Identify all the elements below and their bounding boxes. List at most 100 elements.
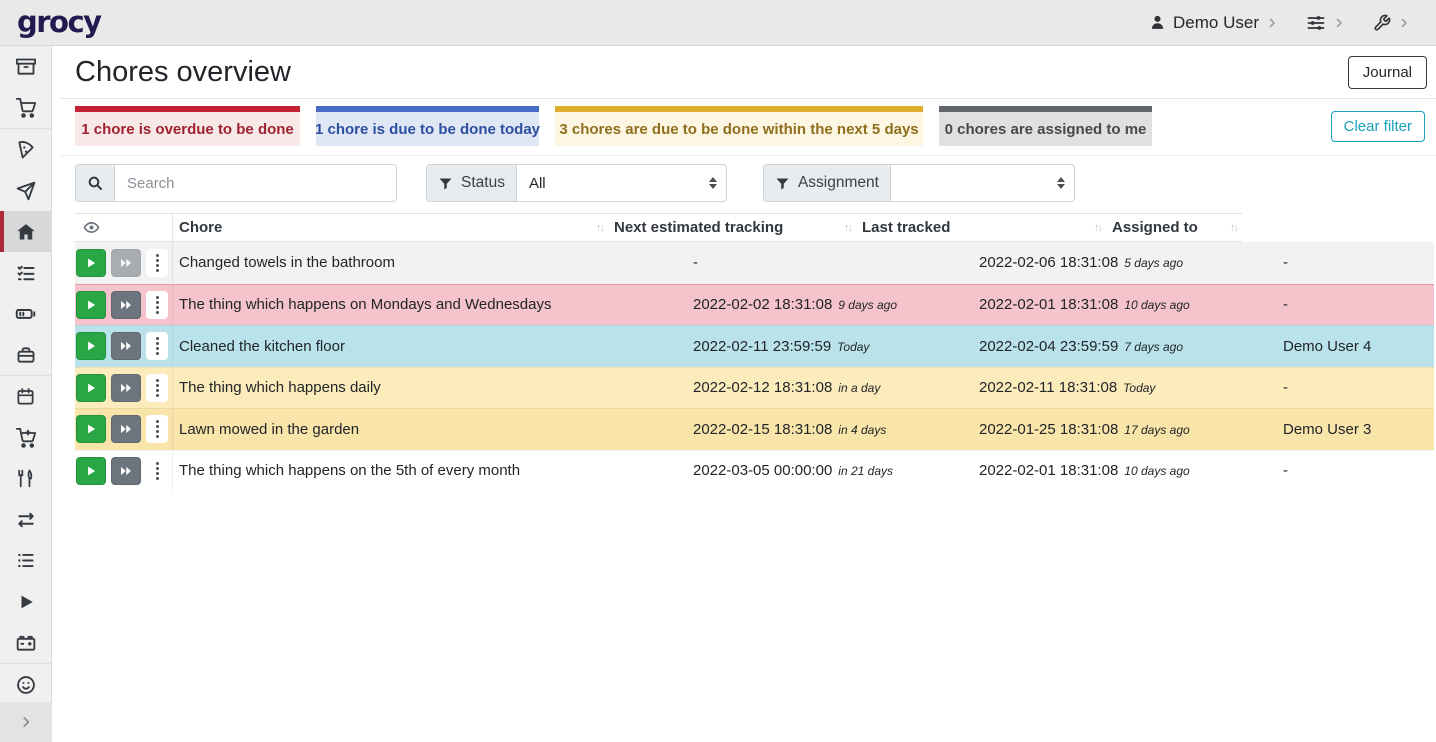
eye-icon xyxy=(83,219,100,236)
sidebar-item-chore-tracking[interactable] xyxy=(0,581,51,622)
sidebar-item-inventory[interactable] xyxy=(0,540,51,581)
row-actions xyxy=(75,242,173,284)
exchange-arrows-icon xyxy=(16,510,36,530)
topbar-menu: Demo User xyxy=(1149,13,1410,33)
assignment-select[interactable] xyxy=(891,164,1075,202)
table-header: Chore ↑↓ Next estimated tracking ↑↓ Last… xyxy=(75,213,1242,242)
last-tracked-cell: 2022-02-04 23:59:597 days ago xyxy=(979,338,1283,355)
skip-chore-button[interactable] xyxy=(111,374,141,402)
grocy-logo[interactable]: grocy xyxy=(17,8,101,37)
admin-menu[interactable] xyxy=(1373,14,1410,32)
track-chore-button[interactable] xyxy=(76,457,106,485)
status-filter-group: Status All xyxy=(426,164,727,202)
skip-chore-button[interactable] xyxy=(111,415,141,443)
assigned-to-cell: - xyxy=(1283,462,1434,479)
banner-due-soon[interactable]: 3 chores are due to be done within the n… xyxy=(555,106,923,146)
sidebar-item-batteries-overview[interactable] xyxy=(0,293,51,334)
last-tracked-cell: 2022-01-25 18:31:0817 days ago xyxy=(979,421,1283,438)
sidebar-item-shopping-list[interactable] xyxy=(0,87,51,128)
chore-name[interactable]: The thing which happens on the 5th of ev… xyxy=(173,462,693,479)
chore-name[interactable]: Cleaned the kitchen floor xyxy=(173,338,693,355)
row-menu-button[interactable] xyxy=(146,457,168,485)
banner-overdue[interactable]: 1 chore is overdue to be done xyxy=(75,106,300,146)
row-actions xyxy=(75,451,173,492)
journal-button[interactable]: Journal xyxy=(1348,56,1427,89)
table-header-last-tracked[interactable]: Last tracked ↑↓ xyxy=(856,214,1106,241)
home-icon xyxy=(16,222,36,242)
sort-icon: ↑↓ xyxy=(1094,222,1101,234)
row-actions xyxy=(75,409,173,450)
sidebar-item-equipment[interactable] xyxy=(0,334,51,375)
next-tracking-cell: 2022-03-05 00:00:00in 21 days xyxy=(693,462,979,479)
row-menu-button[interactable] xyxy=(146,415,168,443)
status-select-value: All xyxy=(529,175,546,192)
smiley-icon xyxy=(16,675,36,695)
next-tracking-cell: - xyxy=(693,254,979,271)
chevron-right-icon xyxy=(19,715,33,729)
track-chore-button[interactable] xyxy=(76,291,106,319)
settings-menu[interactable] xyxy=(1306,13,1345,33)
sidebar-item-chores-overview[interactable] xyxy=(0,211,51,252)
sidebar-item-calendar[interactable] xyxy=(0,376,51,417)
skip-chore-button[interactable] xyxy=(111,457,141,485)
chore-name[interactable]: Changed towels in the bathroom xyxy=(173,254,693,271)
banner-assigned-me[interactable]: 0 chores are assigned to me xyxy=(939,106,1152,146)
chore-name[interactable]: The thing which happens on Mondays and W… xyxy=(173,296,693,313)
row-menu-button[interactable] xyxy=(146,332,168,360)
sidebar-collapse-toggle[interactable] xyxy=(0,702,52,742)
table-header-chore[interactable]: Chore ↑↓ xyxy=(173,214,608,241)
row-menu-button[interactable] xyxy=(146,374,168,402)
assignment-filter-label: Assignment xyxy=(763,164,891,202)
sidebar-item-consume[interactable] xyxy=(0,458,51,499)
track-chore-button[interactable] xyxy=(76,249,106,277)
chore-name[interactable]: Lawn mowed in the garden xyxy=(173,421,693,438)
filter-row: Status All Assignment xyxy=(75,164,1436,202)
search-input[interactable] xyxy=(115,164,397,202)
sort-icon: ↑↓ xyxy=(844,222,851,234)
table-row: Cleaned the kitchen floor 2022-02-11 23:… xyxy=(75,325,1434,367)
status-select[interactable]: All xyxy=(517,164,727,202)
sidebar-item-meal-plan[interactable] xyxy=(0,170,51,211)
column-settings-button[interactable] xyxy=(75,214,173,241)
main-content: Chores overview Journal 1 chore is overd… xyxy=(53,47,1436,742)
row-actions xyxy=(75,368,173,409)
select-arrows-icon xyxy=(1057,177,1065,189)
assigned-to-cell: - xyxy=(1283,296,1434,313)
last-tracked-cell: 2022-02-11 18:31:08Today xyxy=(979,379,1283,396)
filter-funnel-icon xyxy=(775,176,790,191)
sidebar-item-transfer[interactable] xyxy=(0,499,51,540)
sidebar-item-battery-tracking[interactable] xyxy=(0,622,51,663)
banner-due-today[interactable]: 1 chore is due to be done today xyxy=(316,106,539,146)
sidebar-item-recipes[interactable] xyxy=(0,129,51,170)
sort-icon: ↑↓ xyxy=(596,222,603,234)
top-navbar: grocy Demo User xyxy=(0,0,1436,46)
next-tracking-cell: 2022-02-12 18:31:08in a day xyxy=(693,379,979,396)
user-menu[interactable]: Demo User xyxy=(1149,13,1278,33)
search-group xyxy=(75,164,397,202)
pizza-slice-icon xyxy=(16,140,36,160)
sidebar-item-user-settings[interactable] xyxy=(0,664,51,705)
sidebar-item-tasks[interactable] xyxy=(0,252,51,293)
table-header-next-tracking[interactable]: Next estimated tracking ↑↓ xyxy=(608,214,856,241)
row-menu-button[interactable] xyxy=(146,249,168,277)
calendar-icon xyxy=(16,387,35,406)
skip-chore-button[interactable] xyxy=(111,332,141,360)
sidebar-item-purchase[interactable] xyxy=(0,417,51,458)
track-chore-button[interactable] xyxy=(76,332,106,360)
row-actions xyxy=(75,326,173,367)
sidebar-item-stock-overview[interactable] xyxy=(0,46,51,87)
track-chore-button[interactable] xyxy=(76,374,106,402)
chevron-right-icon xyxy=(1333,17,1345,29)
track-chore-button[interactable] xyxy=(76,415,106,443)
paper-plane-icon xyxy=(16,181,36,201)
table-header-assigned-to[interactable]: Assigned to ↑↓ xyxy=(1106,214,1242,241)
skip-chore-button[interactable] xyxy=(111,291,141,319)
stock-box-icon xyxy=(16,57,36,77)
clear-filter-button[interactable]: Clear filter xyxy=(1331,111,1425,142)
assignment-filter-group: Assignment xyxy=(763,164,1075,202)
search-icon xyxy=(87,175,103,191)
chore-name[interactable]: The thing which happens daily xyxy=(173,379,693,396)
table-row: The thing which happens on Mondays and W… xyxy=(75,284,1434,326)
list-icon xyxy=(16,551,35,570)
row-menu-button[interactable] xyxy=(146,291,168,319)
